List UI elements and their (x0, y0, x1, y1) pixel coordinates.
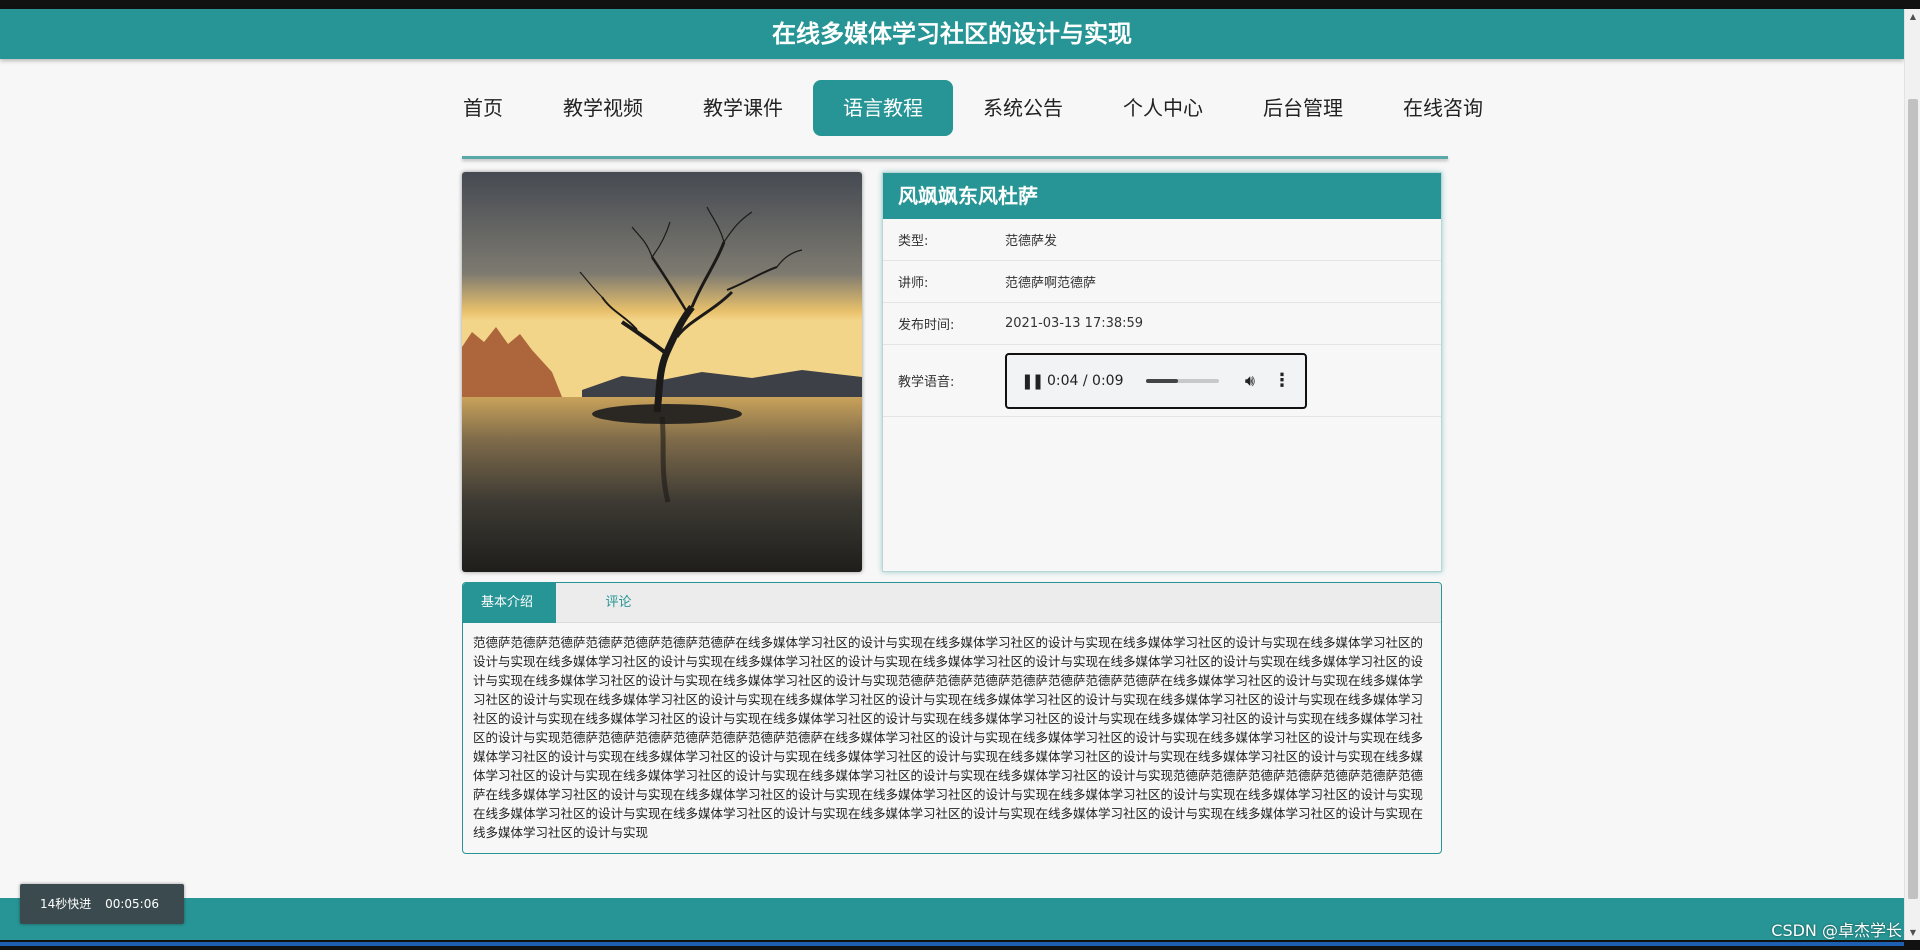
nav-item-consult[interactable]: 在线咨询 (1373, 80, 1493, 136)
nav-divider (462, 156, 1448, 159)
nav-item-language-tutorial[interactable]: 语言教程 (813, 80, 953, 136)
nav-item-courseware[interactable]: 教学课件 (673, 80, 813, 136)
audio-time: 0:04 / 0:09 (1047, 372, 1124, 389)
teacher-label: 讲师: (898, 276, 929, 291)
scroll-up-arrow-icon[interactable]: ▲ (1905, 9, 1920, 25)
scroll-down-arrow-icon[interactable]: ▼ (1905, 925, 1920, 941)
tutorial-title: 风飒飒东风杜萨 (883, 173, 1441, 219)
info-row-audio: 教学语音: ❚❚ 0:04 / 0:09 🔊︎ ⋮ (883, 345, 1441, 417)
info-row-teacher: 讲师: 范德萨啊范德萨 (883, 261, 1441, 303)
type-value: 范德萨发 (1005, 234, 1058, 249)
nav-item-videos[interactable]: 教学视频 (533, 80, 673, 136)
tutorial-cover-image (462, 172, 862, 572)
audio-seek-bar[interactable] (1145, 378, 1219, 383)
tab-bar: 基本介绍 评论 (463, 583, 1441, 623)
site-footer (0, 898, 1904, 940)
info-row-type: 类型: 范德萨发 (883, 219, 1441, 261)
tutorial-info-panel: 风飒飒东风杜萨 类型: 范德萨发 讲师: 范德萨啊范德萨 发布时间: 2021-… (882, 172, 1442, 572)
info-row-date: 发布时间: 2021-03-13 17:38:59 (883, 303, 1441, 345)
watermark: CSDN @卓杰学长 (1771, 921, 1902, 940)
site-header: 在线多媒体学习社区的设计与实现 (0, 9, 1904, 59)
browser-top-edge (0, 0, 1920, 9)
more-vertical-icon[interactable]: ⋮ (1273, 370, 1291, 391)
scroll-thumb[interactable] (1908, 99, 1918, 899)
main-nav: 首页 教学视频 教学课件 语言教程 系统公告 个人中心 后台管理 在线咨询 (453, 80, 1483, 136)
teacher-value: 范德萨啊范德萨 (1005, 276, 1097, 291)
volume-icon[interactable]: 🔊︎ (1245, 371, 1255, 391)
date-value: 2021-03-13 17:38:59 (1005, 316, 1144, 331)
nav-item-announcements[interactable]: 系统公告 (953, 80, 1093, 136)
tab-comments[interactable]: 评论 (556, 583, 681, 623)
playback-overlay: 14秒快进 00:05:06 (20, 884, 184, 924)
tab-intro-content: 范德萨范德萨范德萨范德萨范德萨范德萨范德萨在线多媒体学习社区的设计与实现在线多媒… (473, 635, 1424, 840)
pause-icon[interactable]: ❚❚ (1021, 372, 1044, 390)
type-label: 类型: (898, 234, 929, 249)
bottom-accent-line (0, 942, 1904, 946)
browser-bottom-edge (0, 940, 1920, 950)
audio-progress-fill (1145, 378, 1178, 383)
nav-item-home[interactable]: 首页 (453, 80, 533, 136)
site-title: 在线多媒体学习社区的设计与实现 (772, 20, 1132, 48)
tab-intro[interactable]: 基本介绍 (463, 583, 556, 623)
page-scrollbar[interactable]: ▲ ▼ (1904, 9, 1920, 941)
audio-player[interactable]: ❚❚ 0:04 / 0:09 🔊︎ ⋮ (1005, 352, 1307, 409)
audio-label: 教学语音: (898, 375, 955, 390)
nav-item-admin[interactable]: 后台管理 (1233, 80, 1373, 136)
nav-item-profile[interactable]: 个人中心 (1093, 80, 1233, 136)
tutorial-tabs: 基本介绍 评论 范德萨范德萨范德萨范德萨范德萨范德萨范德萨在线多媒体学习社区的设… (462, 582, 1442, 854)
date-label: 发布时间: (898, 318, 955, 333)
